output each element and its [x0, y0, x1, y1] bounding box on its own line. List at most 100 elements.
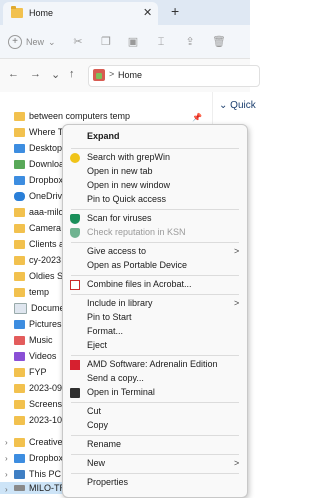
tree-item-label: This PC	[29, 469, 62, 479]
menu-divider	[71, 435, 239, 436]
menu-item-copy[interactable]: Copy	[63, 419, 247, 433]
menu-item-label: AMD Software: Adrenalin Edition	[87, 359, 218, 369]
tree-item-label: between computers temp	[29, 111, 131, 121]
tree-item-label: aaa-milo	[29, 207, 64, 217]
menu-item-label: Open in new window	[87, 180, 171, 190]
new-button[interactable]: + New ⌄	[8, 35, 56, 49]
back-icon[interactable]: ←	[8, 68, 19, 80]
new-tab-icon[interactable]: +	[171, 3, 179, 19]
close-tab-icon[interactable]: ✕	[143, 6, 152, 19]
folder-icon	[14, 437, 25, 447]
pin-icon: 📌	[192, 113, 202, 122]
forward-icon[interactable]: →	[30, 68, 41, 80]
chevron-down-icon: ⌄	[48, 36, 56, 47]
quick-access-label: Quick	[230, 100, 256, 111]
rename-icon[interactable]: ⌶	[155, 36, 167, 48]
tree-item[interactable]: Clients an	[14, 236, 69, 252]
chevron-right-icon[interactable]: ›	[5, 454, 8, 463]
chevron-right-icon[interactable]: ›	[5, 470, 8, 479]
submenu-arrow-icon: >	[234, 458, 240, 468]
breadcrumb-separator: >	[109, 69, 115, 79]
menu-item-label: Check reputation in KSN	[87, 227, 186, 237]
breadcrumb[interactable]: Home	[118, 70, 142, 80]
folder-icon	[14, 127, 25, 137]
menu-item-new[interactable]: New >	[63, 457, 247, 471]
copy-icon[interactable]: ❐	[100, 36, 112, 48]
menu-item-label: Search with grepWin	[87, 152, 171, 162]
menu-item-label: Scan for viruses	[87, 213, 152, 223]
menu-item-eject[interactable]: Eject	[63, 339, 247, 353]
menu-divider	[71, 209, 239, 210]
menu-item-amd-software[interactable]: AMD Software: Adrenalin Edition	[63, 358, 247, 372]
menu-item-pin-start[interactable]: Pin to Start	[63, 311, 247, 325]
tree-item-label: Desktop	[29, 143, 63, 153]
menu-item-label: Open in new tab	[87, 166, 153, 176]
submenu-arrow-icon: >	[234, 298, 240, 308]
menu-item-cut[interactable]: Cut	[63, 405, 247, 419]
this-pc-icon	[14, 469, 25, 479]
menu-item-scan-viruses[interactable]: Scan for viruses	[63, 212, 247, 226]
share-icon[interactable]: ⇪	[184, 36, 196, 48]
tree-item[interactable]: Download	[14, 156, 69, 172]
tree-item[interactable]: cy-2023	[14, 252, 61, 268]
tree-item[interactable]: Dropbox	[14, 172, 63, 188]
menu-item-label: Expand	[87, 131, 120, 141]
menu-item-combine-acrobat[interactable]: Combine files in Acrobat...	[63, 278, 247, 292]
menu-item-open-new-window[interactable]: Open in new window	[63, 179, 247, 193]
menu-item-properties[interactable]: Properties	[63, 476, 247, 490]
tree-item-label: temp	[29, 287, 50, 297]
chevron-right-icon[interactable]: ›	[5, 438, 8, 447]
delete-icon[interactable]: 🗑	[212, 36, 226, 48]
dropbox-icon	[14, 175, 25, 185]
terminal-icon	[70, 388, 80, 398]
tree-item[interactable]: FYP	[14, 364, 47, 380]
tree-item[interactable]: Dropbox	[14, 450, 63, 466]
downloads-icon	[14, 159, 25, 169]
menu-item-open-terminal[interactable]: Open in Terminal	[63, 386, 247, 400]
tree-item[interactable]: Videos	[14, 348, 56, 364]
recent-locations-icon[interactable]: ⌄	[51, 68, 60, 81]
folder-icon	[14, 239, 25, 249]
menu-item-grepwin[interactable]: Search with grepWin	[63, 151, 247, 165]
tree-item[interactable]: Music	[14, 332, 53, 348]
menu-item-label: Rename	[87, 439, 122, 449]
menu-item-open-portable[interactable]: Open as Portable Device	[63, 259, 247, 273]
home-icon	[93, 69, 105, 81]
context-menu: Expand Search with grepWin Open in new t…	[62, 124, 248, 498]
chevron-right-icon[interactable]: ›	[5, 485, 8, 494]
tree-item[interactable]: OneDrive	[14, 188, 67, 204]
kaspersky-shield-icon	[70, 214, 80, 224]
tab-home[interactable]: Home ✕	[3, 2, 158, 25]
up-icon[interactable]: ↑	[69, 68, 75, 80]
music-icon	[14, 335, 25, 345]
tree-item[interactable]: aaa-milo	[14, 204, 64, 220]
address-row: ← → ⌄ ↑ > Home	[0, 59, 260, 92]
tree-item[interactable]: Pictures	[14, 316, 62, 332]
menu-item-pin-quick-access[interactable]: Pin to Quick access	[63, 193, 247, 207]
menu-item-label: Copy	[87, 420, 109, 430]
menu-item-label: Give access to	[87, 246, 147, 256]
menu-item-send-copy[interactable]: Send a copy...	[63, 372, 247, 386]
folder-icon	[14, 223, 25, 233]
quick-access-header[interactable]: ⌄ Quick	[219, 100, 256, 111]
folder-icon	[14, 399, 25, 409]
folder-icon	[14, 287, 25, 297]
menu-item-include-library[interactable]: Include in library >	[63, 297, 247, 311]
tab-title: Home	[29, 8, 54, 18]
menu-item-rename[interactable]: Rename	[63, 438, 247, 452]
paste-icon[interactable]: ▣	[127, 36, 139, 48]
menu-item-open-new-tab[interactable]: Open in new tab	[63, 165, 247, 179]
menu-item-give-access[interactable]: Give access to >	[63, 245, 247, 259]
address-bar[interactable]: > Home	[88, 65, 260, 87]
menu-item-check-reputation: Check reputation in KSN	[63, 226, 247, 240]
tree-item-label: Videos	[29, 351, 57, 361]
acrobat-icon	[70, 280, 80, 290]
tree-item[interactable]: Desktop	[14, 140, 62, 156]
cut-icon[interactable]: ✂	[72, 36, 84, 48]
folder-icon	[14, 367, 25, 377]
kaspersky-shield-icon	[70, 228, 80, 238]
menu-item-expand[interactable]: Expand	[63, 130, 247, 144]
tree-item[interactable]: temp	[14, 284, 49, 300]
menu-item-format[interactable]: Format...	[63, 325, 247, 339]
tree-item[interactable]: between computers temp	[14, 108, 130, 124]
